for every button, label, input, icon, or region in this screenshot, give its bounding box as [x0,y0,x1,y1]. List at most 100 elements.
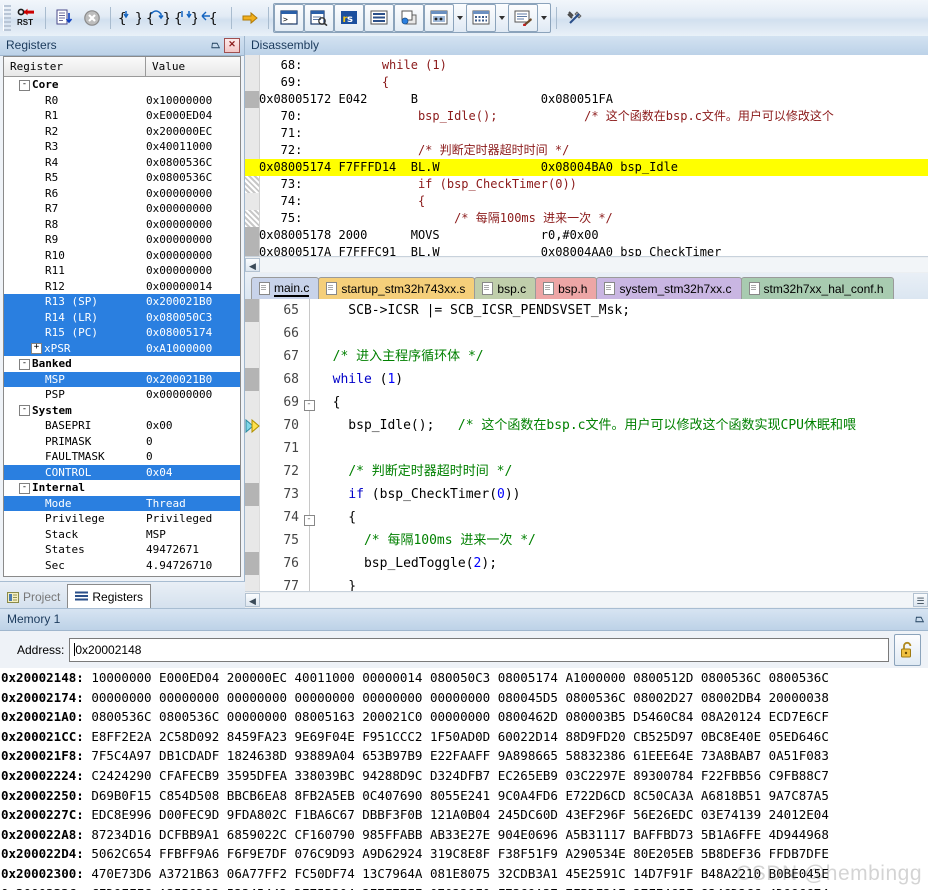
disassembly-instruction-line[interactable]: 0x08005172 E042 B 0x080051FA [259,91,928,108]
register-row[interactable]: R40x0800536C [4,155,240,171]
tab-system-stm32h7xx-c[interactable]: system_stm32h7xx.c [596,277,741,299]
code-line[interactable]: bsp_Idle(); /* 这个函数在bsp.c文件。用户可以修改这个函数实现… [317,414,928,437]
disassembly-gutter-mark[interactable] [245,91,259,108]
call-stack-window-button[interactable] [394,4,424,32]
close-icon[interactable]: ✕ [224,38,240,53]
tree-expander-icon[interactable]: + [19,576,30,578]
pin-icon[interactable]: ⏢ [915,609,924,630]
register-row[interactable]: MSP0x200021B0 [4,372,240,388]
register-row[interactable]: R70x00000000 [4,201,240,217]
memory-row[interactable]: 0x200022D4: 5062C654 FFBFF9A6 F6F9E7DF 0… [0,844,928,864]
serial-windows-chevron-down-icon[interactable] [538,5,550,31]
load-button[interactable] [50,5,78,31]
register-row[interactable]: R60x00000000 [4,186,240,202]
memory-row[interactable]: 0x2000232C: CED9EFFC A35B9D03 52345442 D… [0,884,928,890]
fold-toggle-icon[interactable]: - [303,506,315,529]
register-row[interactable]: -Banked [4,356,240,372]
command-window-button[interactable]: >_ [274,4,304,32]
register-row[interactable]: R100x00000000 [4,248,240,264]
memory-row[interactable]: 0x200022A8: 87234D16 DCFBB9A1 6859022C C… [0,825,928,845]
reset-button[interactable]: RST [13,5,41,31]
tab-bsp-c[interactable]: bsp.c [474,277,536,299]
symbols-window-button[interactable]: r s [334,4,364,32]
toolbar-grip[interactable] [3,5,11,31]
register-row[interactable]: R13 (SP)0x200021B0 [4,294,240,310]
memory-row[interactable]: 0x200021CC: E8FF2E2A 2C58D092 8459FA23 9… [0,727,928,747]
address-input[interactable]: 0x20002148 [69,638,889,662]
code-line[interactable]: /* 每隔100ms 进来一次 */ [317,529,928,552]
code-line[interactable] [317,322,928,345]
disassembly-source-line[interactable]: 75: /* 每隔100ms 进来一次 */ [259,210,928,227]
tree-expander-icon[interactable]: + [31,343,42,354]
register-row[interactable]: CONTROL0x04 [4,465,240,481]
register-row[interactable]: R00x10000000 [4,93,240,109]
code-line[interactable]: { [317,391,928,414]
disassembly-source-line[interactable]: 68: while (1) [259,57,928,74]
disassembly-listing[interactable]: 68: while (1) 69: {0x08005172 E042 B 0x0… [245,55,928,257]
step-out-button[interactable]: { } [171,5,199,31]
register-row[interactable]: FAULTMASK0 [4,449,240,465]
register-row[interactable]: R120x00000014 [4,279,240,295]
register-row[interactable]: StackMSP [4,527,240,543]
register-row[interactable]: -Internal [4,480,240,496]
register-row[interactable]: R20x200000EC [4,124,240,140]
editor-gutter-mark[interactable] [245,483,259,506]
register-row[interactable]: R30x40011000 [4,139,240,155]
register-row[interactable]: R14 (LR)0x080050C3 [4,310,240,326]
disassembly-source-line[interactable]: 72: /* 判断定时器超时时间 */ [259,142,928,159]
register-row[interactable]: R110x00000000 [4,263,240,279]
tree-expander-icon[interactable]: - [19,405,30,416]
step-into-button[interactable]: { } [115,5,143,31]
watch-windows-button[interactable] [424,4,454,32]
memory-row[interactable]: 0x200021A0: 0800536C 0800536C 00000000 0… [0,707,928,727]
registers-window-button[interactable] [364,4,394,32]
code-line[interactable]: bsp_LedToggle(2); [317,552,928,575]
code-line[interactable]: { [317,506,928,529]
editor-gutter-mark[interactable] [245,299,259,322]
disassembly-source-line[interactable]: 71: [259,125,928,142]
scroll-track[interactable] [260,258,928,272]
scroll-track[interactable] [260,593,913,607]
sidebar-item-project[interactable]: Project [0,586,67,608]
tab-bsp-h[interactable]: bsp.h [535,277,597,299]
register-row[interactable]: -Core [4,77,240,93]
memory-row[interactable]: 0x20002148: 10000000 E000ED04 200000EC 4… [0,668,928,688]
registers-tree[interactable]: Register Value -Core R00x10000000 R10xE0… [3,56,241,577]
memory-row[interactable]: 0x2000227C: EDC8E996 D00FEC9D 9FDA802C F… [0,805,928,825]
lock-button[interactable] [894,634,921,666]
register-row[interactable]: BASEPRI0x00 [4,418,240,434]
code-line[interactable]: while (1) [317,368,928,391]
tree-expander-icon[interactable]: - [19,483,30,494]
memory-windows-button[interactable] [466,4,496,32]
run-to-cursor-button[interactable]: { } [199,5,227,31]
sidebar-item-registers[interactable]: Registers [67,584,151,608]
register-row[interactable]: +FPU [4,573,240,577]
disassembly-source-line[interactable]: 73: if (bsp_CheckTimer(0)) [259,176,928,193]
code-line[interactable]: } [317,575,928,591]
editor-gutter-mark[interactable] [245,552,259,575]
source-code-view[interactable]: 65 SCB->ICSR |= SCB_ICSR_PENDSVSET_Msk;6… [245,299,928,591]
code-line[interactable]: if (bsp_CheckTimer(0)) [317,483,928,506]
scroll-grip-icon[interactable]: ☰ [913,593,928,607]
register-row[interactable]: R10xE000ED04 [4,108,240,124]
register-row[interactable]: ModeThread [4,496,240,512]
memory-row[interactable]: 0x20002300: 470E73D6 A3721B63 06A77FF2 F… [0,864,928,884]
serial-windows-button[interactable] [508,4,538,32]
stop-button[interactable] [78,5,106,31]
tree-expander-icon[interactable]: - [19,359,30,370]
register-row[interactable]: +xPSR0xA1000000 [4,341,240,357]
tab-stm32h7xx-hal-conf-h[interactable]: stm32h7xx_hal_conf.h [741,277,894,299]
editor-hscrollbar[interactable]: ◀ ☰ [245,591,928,608]
editor-gutter-mark[interactable] [245,368,259,391]
register-row[interactable]: R80x00000000 [4,217,240,233]
memory-dump[interactable]: 0x20002148: 10000000 E000ED04 200000EC 4… [0,668,928,890]
step-over-button[interactable]: { } [143,5,171,31]
watch-windows-chevron-down-icon[interactable] [454,5,466,31]
editor-gutter[interactable] [245,299,260,591]
register-row[interactable]: -System [4,403,240,419]
disassembly-source-line[interactable]: 70: bsp_Idle(); /* 这个函数在bsp.c文件。用户可以修改这个 [259,108,928,125]
pin-icon[interactable]: ⏢ [211,36,220,55]
code-line[interactable]: /* 进入主程序循环体 */ [317,345,928,368]
disassembly-instruction-line[interactable]: 0x08005174 F7FFFD14 BL.W 0x08004BA0 bsp_… [245,159,928,176]
tab-main-c[interactable]: main.c [251,277,319,299]
